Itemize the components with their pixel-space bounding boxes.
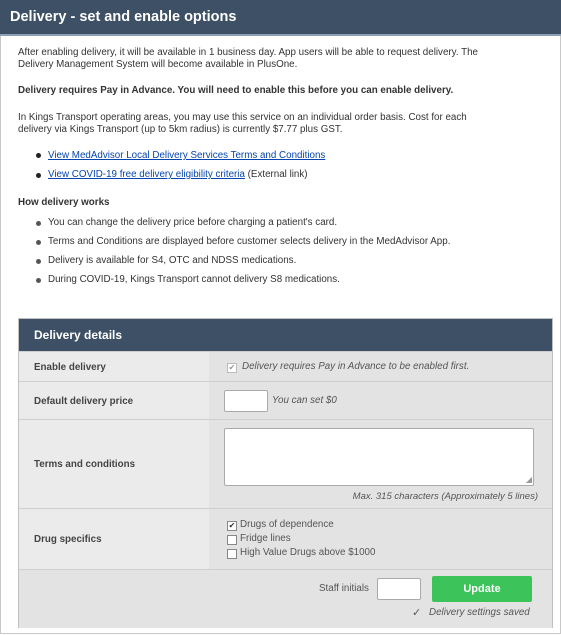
drug-specifics-label: Drug specifics [19, 509, 209, 570]
default-price-input[interactable] [224, 390, 268, 412]
fridge-lines-checkbox[interactable] [227, 535, 237, 545]
high-value-drugs-label: High Value Drugs above $1000 [240, 547, 376, 558]
price-hint: You can set $0 [272, 395, 337, 406]
drugs-of-dependence-label: Drugs of dependence [240, 519, 334, 530]
terms-link-row: View MedAdvisor Local Delivery Services … [48, 150, 325, 162]
intro-line-1: After enabling delivery, it will be avai… [18, 47, 478, 58]
bullet-icon [36, 278, 41, 283]
drug-specifics-row: Drug specifics ✔ Drugs of dependence Fri… [19, 508, 552, 570]
terms-row: Terms and conditions ◢ Max. 315 characte… [19, 419, 552, 509]
drugs-of-dependence-checkbox[interactable]: ✔ [227, 521, 237, 531]
terms-label: Terms and conditions [19, 420, 209, 509]
staff-initials-label: Staff initials [319, 583, 369, 594]
list-item: During COVID-19, Kings Transport cannot … [48, 274, 340, 285]
terms-value: ◢ Max. 315 characters (Approximately 5 l… [209, 420, 552, 509]
bullet-icon [36, 221, 41, 226]
saved-status: Delivery settings saved [429, 607, 530, 618]
resize-handle-icon[interactable]: ◢ [526, 475, 532, 484]
update-button[interactable]: Update [432, 576, 532, 602]
details-footer: Staff initials Update ✓ Delivery setting… [19, 569, 552, 628]
bullet-icon [36, 153, 41, 158]
bullet-icon [36, 259, 41, 264]
default-price-value: You can set $0 [209, 382, 552, 420]
bullet-icon [36, 173, 41, 178]
enable-delivery-label: Enable delivery [19, 352, 209, 382]
bullet-icon [36, 240, 41, 245]
fridge-lines-label: Fridge lines [240, 533, 291, 544]
covid-link-row: View COVID-19 free delivery eligibility … [48, 169, 308, 181]
default-price-row: Default delivery price You can set $0 [19, 381, 552, 420]
high-value-drugs-checkbox[interactable] [227, 549, 237, 559]
enable-delivery-value: ✔ Delivery requires Pay in Advance to be… [209, 352, 552, 382]
list-item: Delivery is available for S4, OTC and ND… [48, 255, 297, 266]
terms-conditions-link[interactable]: View MedAdvisor Local Delivery Services … [48, 150, 325, 161]
delivery-details-panel: Delivery details Enable delivery ✔ Deliv… [18, 318, 553, 628]
delivery-details-title: Delivery details [19, 319, 552, 351]
external-link-note: (External link) [247, 169, 308, 180]
how-delivery-works-heading: How delivery works [18, 197, 110, 208]
covid-criteria-link[interactable]: View COVID-19 free delivery eligibility … [48, 169, 245, 180]
list-item: You can change the delivery price before… [48, 217, 338, 228]
terms-hint: Max. 315 characters (Approximately 5 lin… [352, 491, 538, 502]
pay-in-advance-notice: Delivery requires Pay in Advance. You wi… [18, 85, 454, 96]
list-item: Terms and Conditions are displayed befor… [48, 236, 451, 247]
intro-line-2: Delivery Management System will become a… [18, 59, 298, 70]
enable-delivery-row: Enable delivery ✔ Delivery requires Pay … [19, 351, 552, 382]
drug-specifics-value: ✔ Drugs of dependence Fridge lines High … [209, 509, 552, 570]
kings-transport-line-1: In Kings Transport operating areas, you … [18, 112, 467, 123]
checkmark-icon: ✓ [412, 607, 422, 619]
terms-textarea[interactable]: ◢ [224, 428, 534, 486]
enable-delivery-checkbox[interactable]: ✔ [227, 363, 237, 373]
staff-initials-input[interactable] [377, 578, 421, 600]
default-price-label: Default delivery price [19, 382, 209, 420]
kings-transport-line-2: delivery via Kings Transport (up to 5km … [18, 124, 343, 135]
enable-delivery-note: Delivery requires Pay in Advance to be e… [242, 361, 470, 372]
page-title: Delivery - set and enable options [0, 0, 561, 36]
